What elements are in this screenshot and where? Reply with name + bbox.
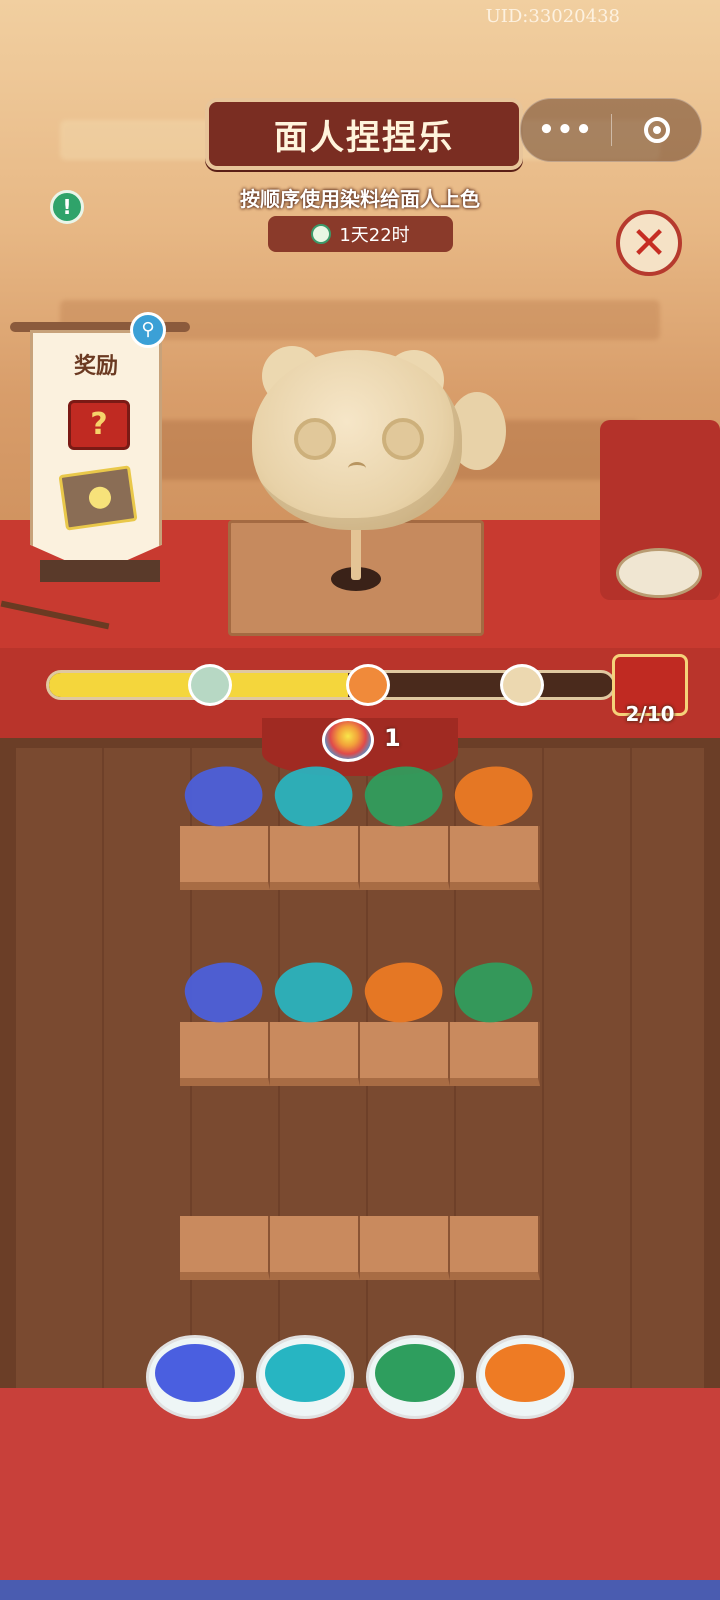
shelf[interactable] <box>180 826 540 890</box>
shelf-slot[interactable] <box>270 826 360 890</box>
paint-pot-decoration <box>616 548 702 598</box>
shelf-slot[interactable] <box>450 1216 540 1280</box>
dye-bowl-blue[interactable] <box>146 1335 244 1419</box>
close-button[interactable]: ✕ <box>616 210 682 276</box>
reward-title: 奖励 <box>73 354 118 379</box>
rainbow-bowl-icon <box>322 718 374 762</box>
game-title: 面人捏捏乐 <box>205 98 523 170</box>
bottom-strip <box>0 1580 720 1600</box>
target-icon[interactable] <box>612 117 701 143</box>
dye-liquid <box>485 1344 565 1402</box>
dough-figure-eye <box>382 418 424 460</box>
reward-stand <box>40 560 160 582</box>
ticket-reward-icon <box>58 465 138 531</box>
progress-marker-figure-plain <box>500 664 544 706</box>
dye-bowl-green[interactable] <box>366 1335 464 1419</box>
rainbow-bowl-count: 1 <box>384 724 401 752</box>
dye-bowl-orange[interactable] <box>476 1335 574 1419</box>
more-dots-icon[interactable]: ••• <box>521 115 611 145</box>
progress-count: 2/10 <box>625 702 675 726</box>
shelf[interactable] <box>180 1216 540 1280</box>
dye-bowl-cyan[interactable] <box>256 1335 354 1419</box>
close-icon: ✕ <box>630 217 668 269</box>
progress-marker-figure-orange <box>346 664 390 706</box>
progress-marker-figure-green <box>188 664 232 706</box>
shelf-slot[interactable] <box>450 826 540 890</box>
mini-program-capsule: ••• <box>520 98 702 162</box>
shelf[interactable] <box>180 1022 540 1086</box>
countdown-timer: 1天22时 <box>268 216 453 252</box>
dough-figure-mouth <box>348 462 366 475</box>
dye-liquid <box>155 1344 235 1402</box>
dough-figure-uncolored <box>252 350 462 530</box>
instruction-text: 按顺序使用染料给面人上色 <box>240 187 480 211</box>
dough-figure-eye <box>294 418 336 460</box>
shelf-slot[interactable] <box>180 1216 270 1280</box>
shelf-slot[interactable] <box>270 1022 360 1086</box>
dye-liquid <box>375 1344 455 1402</box>
clock-icon <box>311 224 332 244</box>
shelf-slot[interactable] <box>360 1216 450 1280</box>
shelf-slot[interactable] <box>450 1022 540 1086</box>
shelf-slot[interactable] <box>360 826 450 890</box>
shelf-slot[interactable] <box>360 1022 450 1086</box>
shelf-slot[interactable] <box>180 1022 270 1086</box>
mystery-box-icon: ? <box>68 400 130 450</box>
magnifier-icon[interactable]: ⚲ <box>130 312 166 348</box>
bottom-table <box>0 1388 720 1580</box>
shelf-slot[interactable] <box>180 826 270 890</box>
dye-liquid <box>265 1344 345 1402</box>
uid-label: UID:33020438 <box>485 6 620 27</box>
shelf-slot[interactable] <box>270 1216 360 1280</box>
timer-text: 1天22时 <box>339 225 410 246</box>
